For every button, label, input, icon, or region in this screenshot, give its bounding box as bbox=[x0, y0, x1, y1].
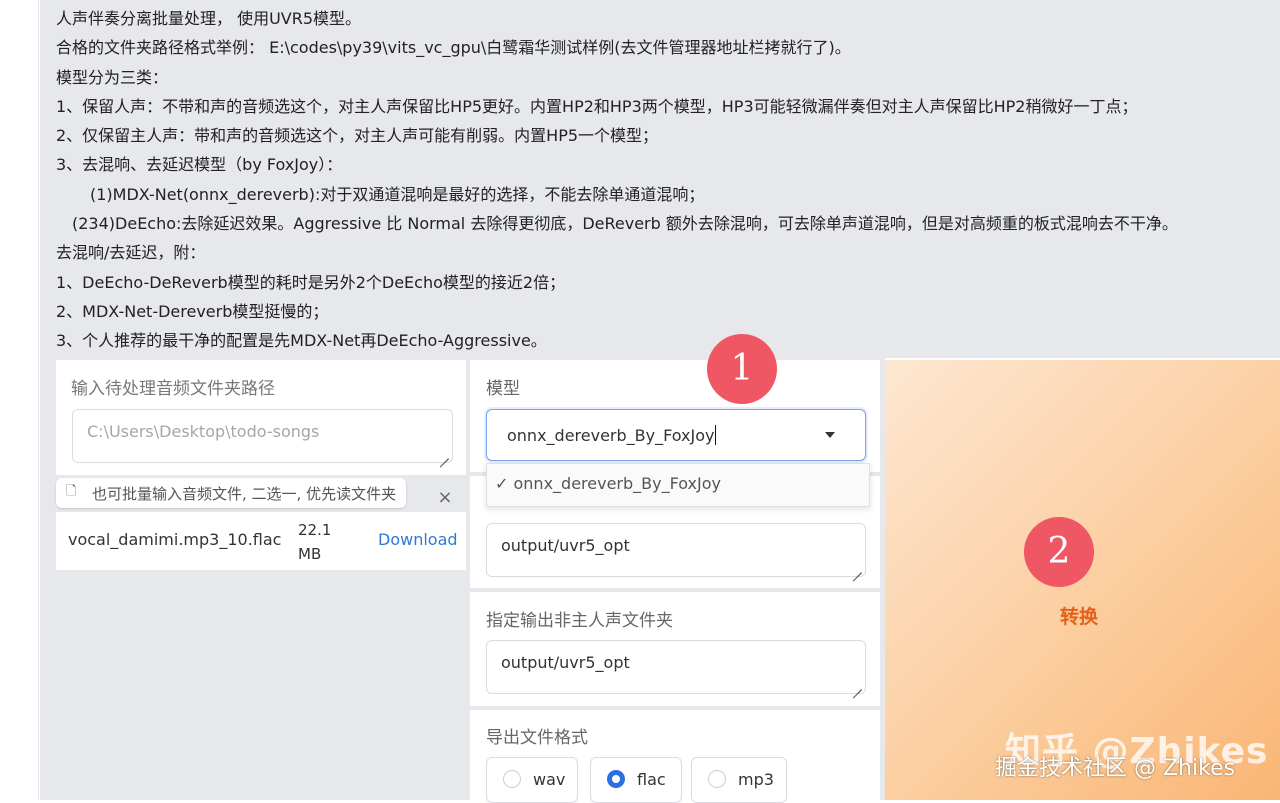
description-line: 2、仅保留主人声：带和声的音频选这个，对主人声可能有削弱。内置HP5一个模型； bbox=[56, 126, 659, 146]
other-output-field[interactable]: output/uvr5_opt bbox=[486, 640, 866, 694]
description-line: (234)DeEcho:去除延迟效果。Aggressive 比 Normal 去… bbox=[72, 214, 1178, 234]
vocal-output-field[interactable]: output/uvr5_opt bbox=[486, 523, 866, 577]
file-name: vocal_damimi.mp3_10.flac bbox=[68, 530, 282, 549]
resize-handle-icon[interactable] bbox=[853, 564, 862, 573]
description-line: 去混响/去延迟，附： bbox=[56, 243, 206, 263]
description-line: 模型分为三类： bbox=[56, 67, 169, 87]
model-dropdown: ✓ onnx_dereverb_By_FoxJoy bbox=[486, 463, 870, 507]
other-output-label: 指定输出非主人声文件夹 bbox=[486, 611, 673, 631]
input-dir-field[interactable]: C:\Users\Desktop\todo-songs bbox=[72, 409, 453, 463]
description-line: 合格的文件夹路径格式举例： E:\codes\py39\vits_vc_gpu\… bbox=[56, 38, 851, 58]
format-label: 导出文件格式 bbox=[486, 728, 588, 748]
description-line: 3、个人推荐的最干净的配置是先MDX-Net再DeEcho-Aggressive… bbox=[56, 331, 547, 351]
radio-icon bbox=[503, 770, 521, 788]
chevron-down-icon[interactable] bbox=[825, 432, 835, 438]
download-link[interactable]: Download bbox=[378, 530, 458, 549]
watermark-juejin: 掘金技术社区 @ Zhikes bbox=[995, 756, 1236, 781]
description-line: 2、MDX-Net-Dereverb模型挺慢的； bbox=[56, 301, 329, 321]
file-icon: 🗋 bbox=[66, 484, 77, 499]
format-option-wav[interactable]: wav bbox=[486, 757, 578, 803]
file-upload-tip-text: 也可批量输入音频文件, 二选一, 优先读文件夹 bbox=[92, 484, 397, 503]
input-dir-panel: 输入待处理音频文件夹路径 C:\Users\Desktop\todo-songs bbox=[56, 360, 466, 475]
other-output-value: output/uvr5_opt bbox=[501, 653, 630, 672]
format-option-label: flac bbox=[637, 770, 666, 789]
description-line: 3、去混响、去延迟模型（by FoxJoy）： bbox=[56, 155, 343, 175]
model-selected-value: onnx_dereverb_By_FoxJoy bbox=[507, 426, 715, 445]
annotation-badge-1: 1 bbox=[707, 334, 777, 404]
uploaded-file-row: vocal_damimi.mp3_10.flac 22.1 MB Downloa… bbox=[56, 512, 466, 570]
left-margin bbox=[0, 0, 39, 800]
file-upload-tip[interactable]: 🗋 也可批量输入音频文件, 二选一, 优先读文件夹 bbox=[56, 478, 406, 508]
radio-checked-icon bbox=[607, 770, 625, 788]
description-line: (1)MDX-Net(onnx_dereverb):对于双通道混响是最好的选择，… bbox=[90, 184, 705, 204]
vocal-output-value: output/uvr5_opt bbox=[501, 536, 630, 555]
model-label: 模型 bbox=[486, 379, 520, 399]
description-line: 1、DeEcho-DeReverb模型的耗时是另外2个DeEcho模型的接近2倍… bbox=[56, 272, 566, 292]
model-select[interactable]: onnx_dereverb_By_FoxJoy bbox=[486, 409, 866, 461]
format-option-label: wav bbox=[533, 770, 566, 789]
resize-handle-icon[interactable] bbox=[440, 450, 449, 459]
format-option-flac[interactable]: flac bbox=[590, 757, 682, 803]
input-dir-label: 输入待处理音频文件夹路径 bbox=[71, 379, 275, 399]
annotation-badge-2: 2 bbox=[1024, 517, 1094, 587]
text-cursor bbox=[715, 425, 717, 445]
format-option-label: mp3 bbox=[738, 770, 774, 789]
description-line: 人声伴奏分离批量处理， 使用UVR5模型。 bbox=[56, 9, 362, 28]
close-icon[interactable]: × bbox=[434, 487, 456, 509]
radio-icon bbox=[708, 770, 726, 788]
dropdown-option[interactable]: ✓ onnx_dereverb_By_FoxJoy bbox=[495, 474, 721, 493]
convert-button-label: 转换 bbox=[1060, 606, 1099, 628]
description-panel: 人声伴奏分离批量处理， 使用UVR5模型。 合格的文件夹路径格式举例： E:\c… bbox=[40, 0, 1280, 358]
file-size: 22.1 MB bbox=[298, 521, 332, 563]
input-dir-value: C:\Users\Desktop\todo-songs bbox=[87, 422, 320, 441]
description-line: 1、保留人声：不带和声的音频选这个，对主人声保留比HP5更好。内置HP2和HP3… bbox=[56, 96, 1138, 116]
resize-handle-icon[interactable] bbox=[853, 681, 862, 690]
format-option-mp3[interactable]: mp3 bbox=[691, 757, 787, 803]
